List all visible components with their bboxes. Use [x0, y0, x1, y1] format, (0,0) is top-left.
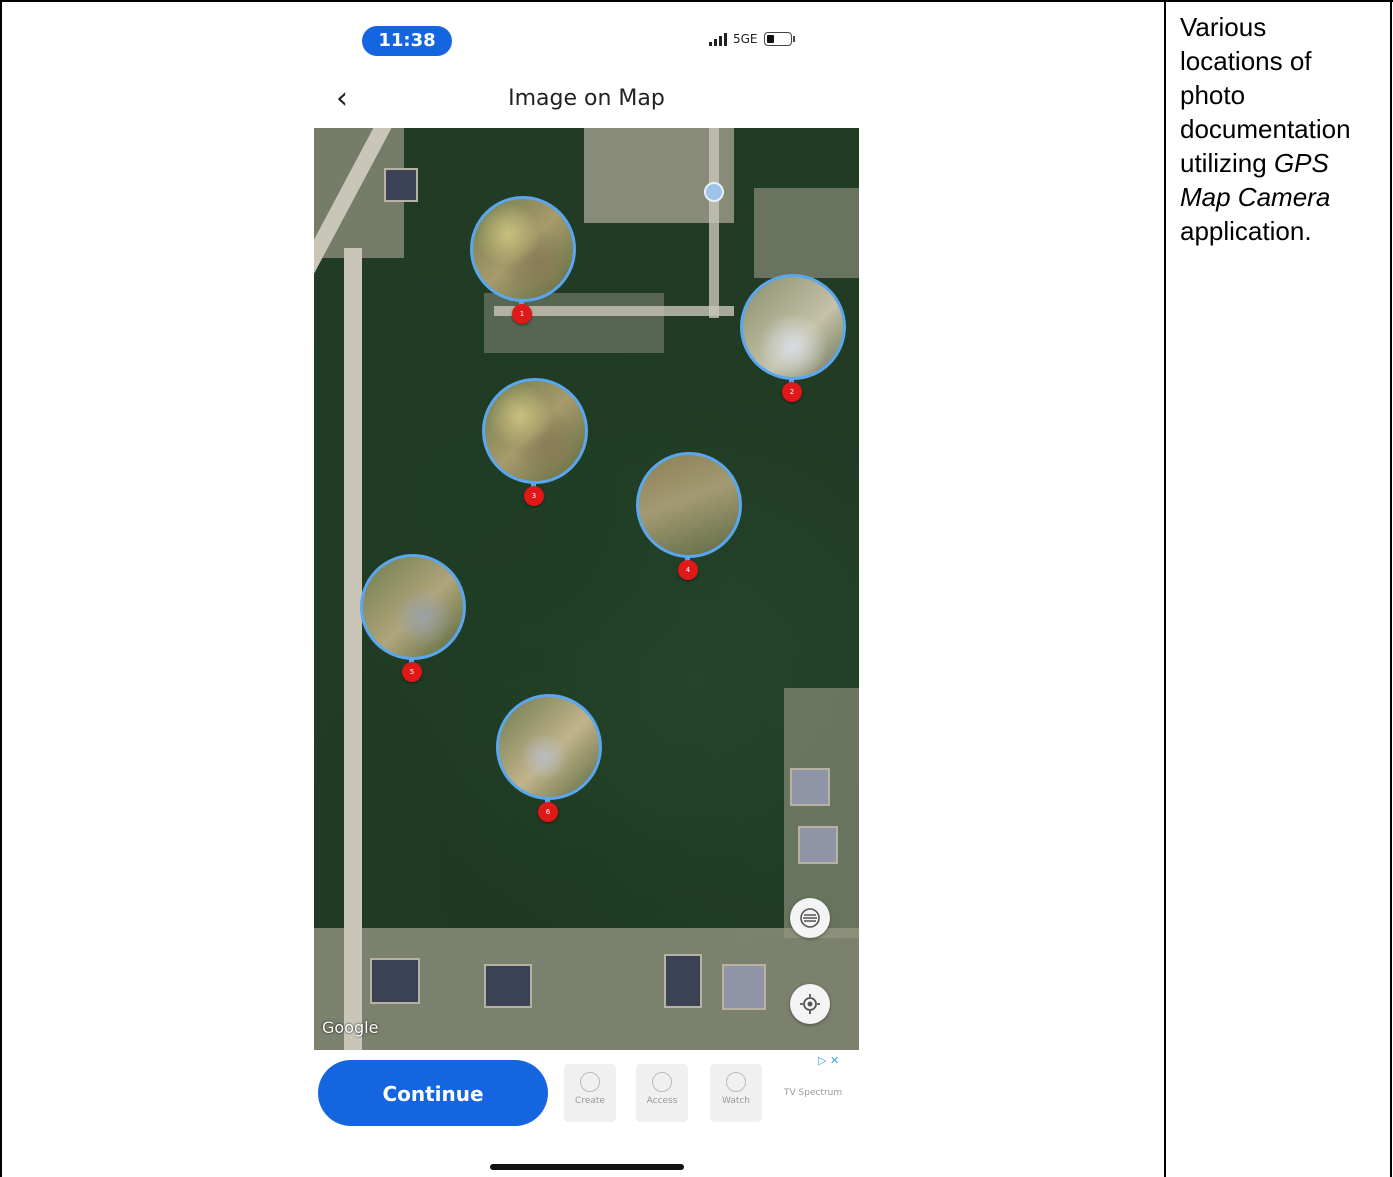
caption-text-fragment: utilizing: [1180, 148, 1274, 178]
cellular-signal-icon: [709, 32, 727, 46]
ad-tile-label: Watch: [721, 1096, 751, 1106]
photo-thumbnail[interactable]: [360, 554, 466, 660]
ad-tile-label: Create: [575, 1096, 605, 1106]
photo-thumbnail[interactable]: [470, 196, 576, 302]
continue-button[interactable]: Continue: [318, 1060, 548, 1126]
place-pin-icon[interactable]: [704, 182, 724, 202]
ad-tile-label: Access: [646, 1096, 678, 1106]
red-pin-icon[interactable]: 5: [402, 662, 422, 682]
page-title: Image on Map: [508, 86, 665, 111]
map-building: [722, 964, 766, 1010]
red-pin-icon[interactable]: 3: [524, 486, 544, 506]
red-pin-icon[interactable]: 6: [538, 802, 558, 822]
map-building: [798, 826, 838, 864]
ad-watch-icon: [726, 1072, 746, 1092]
map-building: [664, 954, 702, 1008]
caption-line: locations of: [1180, 46, 1312, 76]
ad-text[interactable]: TV Spectrum: [784, 1088, 842, 1098]
photo-thumbnail[interactable]: [636, 452, 742, 558]
ad-tile[interactable]: Access: [636, 1064, 688, 1122]
photo-location-marker[interactable]: 6: [496, 694, 604, 834]
table-left-border: [0, 0, 2, 1177]
my-location-icon-glyph: [800, 994, 820, 1014]
satellite-map[interactable]: 1 2 3 4 5 6 Google: [314, 128, 859, 1050]
status-indicators: 5GE: [709, 32, 795, 46]
caption-app-name-part: Map Camera: [1180, 182, 1331, 212]
photo-thumbnail[interactable]: [482, 378, 588, 484]
map-clearing: [784, 688, 859, 938]
caption-line: Map Camera: [1180, 180, 1385, 214]
map-road: [709, 128, 719, 318]
ad-tile[interactable]: Create: [564, 1064, 616, 1122]
table-top-border: [0, 0, 1393, 2]
caption-app-name-part: GPS: [1273, 148, 1329, 178]
photo-location-marker[interactable]: 4: [636, 452, 744, 592]
photo-location-marker[interactable]: 3: [482, 378, 590, 518]
photo-thumbnail[interactable]: [740, 274, 846, 380]
red-pin-icon[interactable]: 1: [512, 304, 532, 324]
photo-location-marker[interactable]: 2: [740, 274, 848, 414]
red-pin-icon[interactable]: 2: [782, 382, 802, 402]
status-time: 11:38: [362, 26, 452, 56]
ad-access-icon: [652, 1072, 672, 1092]
map-building: [790, 768, 830, 806]
network-type-label: 5GE: [733, 32, 758, 46]
caption-line: photo: [1180, 80, 1246, 110]
map-clearing: [754, 188, 859, 278]
caption-line: documentation: [1180, 114, 1351, 144]
table-column-divider: [1164, 0, 1166, 1177]
photo-location-marker[interactable]: 5: [360, 554, 468, 694]
map-building: [484, 964, 532, 1008]
home-indicator[interactable]: [490, 1164, 684, 1170]
caption-line: Various: [1180, 12, 1267, 42]
layers-icon[interactable]: [790, 898, 830, 938]
table-right-border: [1390, 0, 1392, 1177]
map-building: [384, 168, 418, 202]
red-pin-icon[interactable]: 4: [678, 560, 698, 580]
battery-low-icon: [763, 32, 795, 46]
phone-screenshot: 11:38 5GE ‹ Image on Map 1 2 3 4 5 6 Goo…: [314, 4, 859, 1177]
photo-thumbnail[interactable]: [496, 694, 602, 800]
ad-create-icon: [580, 1072, 600, 1092]
layers-icon-glyph: [800, 908, 820, 928]
status-bar: 11:38 5GE: [314, 4, 859, 74]
google-attribution: Google: [322, 1018, 379, 1037]
nav-bar: ‹ Image on Map: [314, 74, 859, 128]
ad-choices-icon[interactable]: ▷ ✕: [818, 1054, 839, 1067]
ad-tile[interactable]: Watch: [710, 1064, 762, 1122]
caption-text: Various locations of photo documentation…: [1180, 10, 1385, 248]
bottom-bar: Continue Create Access Watch TV Spectrum…: [314, 1050, 859, 1177]
caption-line: utilizing GPS: [1180, 146, 1385, 180]
map-building: [370, 958, 420, 1004]
my-location-icon[interactable]: [790, 984, 830, 1024]
caption-line: application.: [1180, 216, 1312, 246]
photo-location-marker[interactable]: 1: [470, 196, 578, 336]
